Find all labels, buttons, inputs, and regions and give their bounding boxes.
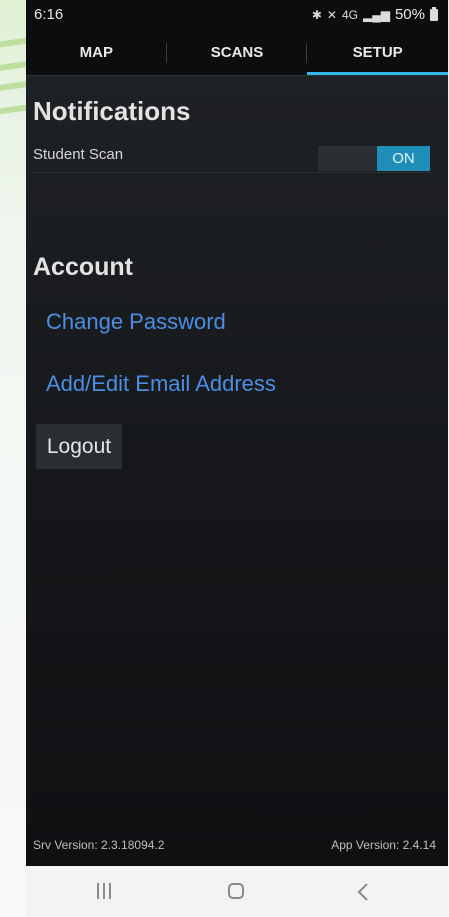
app-version: App Version: 2.4.14 <box>331 838 436 852</box>
battery-level: 50% <box>394 6 425 23</box>
lte-icon: 4G <box>341 7 358 22</box>
tab-divider <box>26 75 448 76</box>
status-time: 6:16 <box>34 6 64 23</box>
status-icons: ✱ ✕ 4G ▂▄▆ 50% <box>312 6 438 23</box>
status-bar: 6:16 ✱ ✕ 4G ▂▄▆ 50% <box>26 0 448 30</box>
system-nav-bar <box>26 866 448 917</box>
tab-label: SETUP <box>352 44 403 61</box>
add-edit-email-link[interactable]: Add/Edit Email Address <box>46 371 276 397</box>
home-button[interactable] <box>216 878 256 906</box>
signal-icon: ▂▄▆ <box>363 7 390 22</box>
back-icon <box>357 883 368 901</box>
student-scan-toggle[interactable]: ON <box>318 146 430 171</box>
mute-icon: ✕ <box>326 7 337 22</box>
bluetooth-icon: ✱ <box>311 7 322 22</box>
phone-screen: 6:16 ✱ ✕ 4G ▂▄▆ 50% MAP SCANS SETUP Noti… <box>26 0 448 917</box>
tab-bar: MAP SCANS SETUP <box>26 30 448 76</box>
account-heading: Account <box>33 253 133 281</box>
logout-button[interactable]: Logout <box>36 424 122 469</box>
toggle-on-state: ON <box>377 146 430 171</box>
notifications-heading: Notifications <box>33 96 191 126</box>
battery-icon <box>430 6 438 21</box>
srv-version: Srv Version: 2.3.18094.2 <box>33 838 165 852</box>
recent-apps-icon <box>97 883 111 899</box>
tab-scans[interactable]: SCANS <box>167 30 308 76</box>
student-scan-label: Student Scan <box>33 146 124 163</box>
back-button[interactable] <box>344 878 384 906</box>
screenshot-frame: 6:16 ✱ ✕ 4G ▂▄▆ 50% MAP SCANS SETUP Noti… <box>0 0 449 917</box>
home-icon <box>228 883 244 899</box>
tab-label: MAP <box>79 44 113 61</box>
recent-apps-button[interactable] <box>84 878 124 906</box>
change-password-link[interactable]: Change Password <box>46 309 226 335</box>
tab-label: SCANS <box>210 44 264 61</box>
tab-map[interactable]: MAP <box>26 30 167 76</box>
tab-setup[interactable]: SETUP <box>307 30 448 76</box>
row-divider <box>33 172 433 173</box>
